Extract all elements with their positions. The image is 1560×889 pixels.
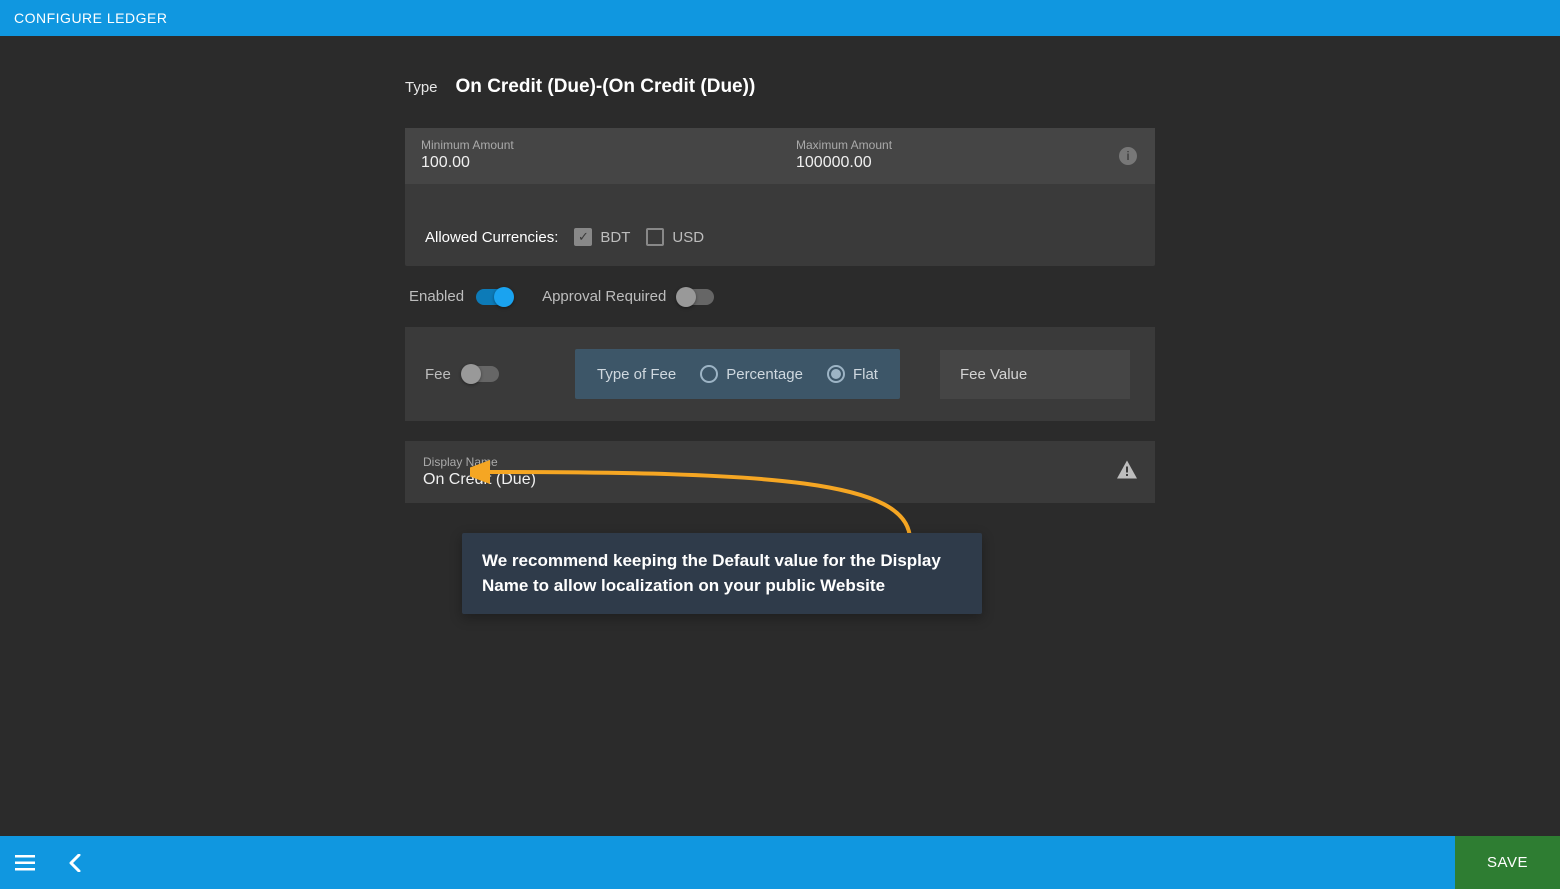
checkbox-icon: ✓ — [574, 228, 592, 246]
radio-icon — [700, 365, 718, 383]
currency-code: USD — [672, 229, 704, 246]
content-area: Type On Credit (Due)-(On Credit (Due)) M… — [0, 36, 1560, 836]
enabled-toggle-group: Enabled — [409, 288, 512, 305]
display-name-field[interactable]: Display Name On Credit (Due) — [405, 441, 1155, 503]
toggle-knob — [494, 287, 514, 307]
menu-button[interactable] — [0, 836, 50, 889]
amounts-panel: Minimum Amount 100.00 Maximum Amount 100… — [405, 128, 1155, 266]
approval-label: Approval Required — [542, 288, 666, 305]
save-label: SAVE — [1487, 854, 1528, 871]
header-title: CONFIGURE LEDGER — [14, 10, 167, 26]
annotation-text: We recommend keeping the Default value f… — [482, 551, 941, 595]
type-row: Type On Credit (Due)-(On Credit (Due)) — [405, 76, 1155, 98]
annotation-callout: We recommend keeping the Default value f… — [462, 533, 982, 614]
maximum-amount-label: Maximum Amount — [796, 138, 1139, 152]
fee-type-percentage-radio[interactable]: Percentage — [700, 365, 803, 383]
currencies-row: Allowed Currencies: ✓ BDT USD — [405, 208, 1155, 266]
approval-toggle-group: Approval Required — [542, 288, 714, 305]
footer-bar: SAVE — [0, 836, 1560, 889]
currency-checkbox-usd[interactable]: USD — [646, 228, 704, 246]
toggle-knob — [461, 364, 481, 384]
enabled-label: Enabled — [409, 288, 464, 305]
toggle-knob — [676, 287, 696, 307]
chevron-left-icon — [69, 854, 81, 872]
fee-panel: Fee Type of Fee Percentage Flat Fee Valu… — [405, 327, 1155, 421]
type-label: Type — [405, 79, 438, 96]
maximum-amount-value: 100000.00 — [796, 154, 1139, 172]
header-bar: CONFIGURE LEDGER — [0, 0, 1560, 36]
currency-checkbox-bdt[interactable]: ✓ BDT — [574, 228, 630, 246]
radio-label: Percentage — [726, 366, 803, 383]
menu-icon — [15, 855, 35, 871]
warning-icon — [1117, 461, 1137, 484]
enabled-toggle[interactable] — [476, 289, 512, 305]
fee-label: Fee — [425, 366, 451, 383]
type-value: On Credit (Due)-(On Credit (Due)) — [456, 76, 756, 98]
approval-toggle[interactable] — [678, 289, 714, 305]
radio-label: Flat — [853, 366, 878, 383]
minimum-amount-value: 100.00 — [421, 154, 764, 172]
amount-row: Minimum Amount 100.00 Maximum Amount 100… — [405, 128, 1155, 184]
toggle-row: Enabled Approval Required — [405, 288, 1155, 305]
fee-toggle[interactable] — [463, 366, 499, 382]
fee-value-field[interactable]: Fee Value — [940, 350, 1130, 399]
maximum-amount-field[interactable]: Maximum Amount 100000.00 — [780, 128, 1155, 184]
display-name-value: On Credit (Due) — [423, 471, 1137, 489]
fee-value-label: Fee Value — [960, 366, 1027, 383]
radio-icon — [827, 365, 845, 383]
checkbox-icon — [646, 228, 664, 246]
display-name-label: Display Name — [423, 455, 1137, 469]
minimum-amount-label: Minimum Amount — [421, 138, 764, 152]
save-button[interactable]: SAVE — [1455, 836, 1560, 889]
fee-type-flat-radio[interactable]: Flat — [827, 365, 878, 383]
type-of-fee-label: Type of Fee — [597, 366, 676, 383]
fee-toggle-group: Fee — [425, 366, 535, 383]
allowed-currencies-label: Allowed Currencies: — [425, 229, 558, 246]
back-button[interactable] — [50, 836, 100, 889]
minimum-amount-field[interactable]: Minimum Amount 100.00 — [405, 128, 780, 184]
currency-code: BDT — [600, 229, 630, 246]
info-icon[interactable]: i — [1119, 147, 1137, 165]
fee-type-box: Type of Fee Percentage Flat — [575, 349, 900, 399]
